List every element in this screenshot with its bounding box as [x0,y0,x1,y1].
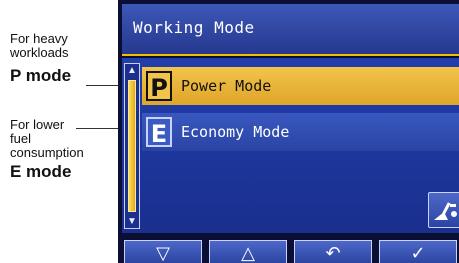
attachment-icon [434,202,457,220]
scroll-down-icon[interactable]: ▼ [126,216,138,227]
confirm-button[interactable]: ✓ [379,240,457,263]
attachment-button[interactable] [428,192,459,228]
annotation-p-mode: P mode [10,66,72,85]
annotation-fuel-line3: consumption [10,145,84,160]
mode-item-power[interactable]: P Power Mode [142,67,459,105]
mode-item-economy[interactable]: E Economy Mode [142,113,459,151]
scroll-thumb[interactable] [128,80,136,212]
annotation-fuel-line1: For lower [10,117,65,132]
power-mode-badge: P [146,71,172,102]
scrollbar[interactable]: ▲ ▼ [124,63,140,229]
economy-mode-badge: E [146,117,172,148]
scroll-up-icon[interactable]: ▲ [126,65,138,76]
down-arrow-button[interactable]: ▽ [124,240,202,263]
back-button[interactable]: ↶ [294,240,372,263]
mode-label-power: Power Mode [181,77,272,95]
annotation-heavy-line2: workloads [10,45,69,60]
annotation-heavy-line1: For heavy [10,31,68,46]
annotation-e-mode: E mode [10,162,72,181]
back-icon: ↶ [325,243,341,263]
confirm-icon: ✓ [410,243,426,263]
screen-title: Working Mode [133,18,255,37]
title-bar: Working Mode [122,4,459,56]
monitor-screen: Working Mode ▲ ▼ P Power Mode E Economy … [118,0,459,263]
down-arrow-icon: ▽ [156,243,170,263]
mode-label-economy: Economy Mode [181,123,290,141]
up-arrow-icon: △ [241,243,255,263]
up-arrow-button[interactable]: △ [209,240,287,263]
annotation-fuel-line2: fuel [10,131,31,146]
